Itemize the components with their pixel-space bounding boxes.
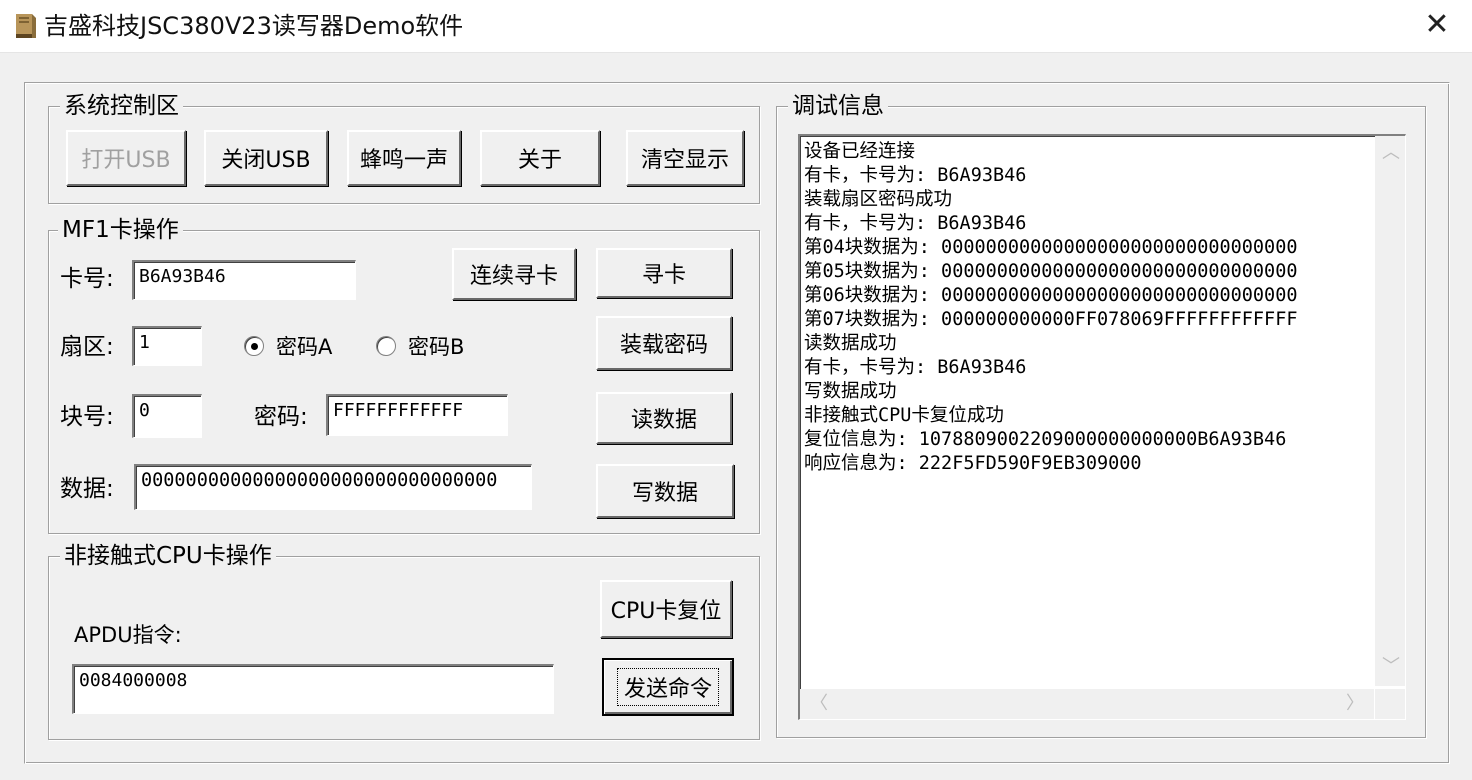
debug-log-line: 第06块数据为: 0000000000000000000000000000000… [804, 285, 1298, 306]
debug-log-line: 非接触式CPU卡复位成功 [804, 405, 1004, 426]
write-data-button[interactable]: 写数据 [596, 464, 734, 518]
sector-field[interactable]: 1 [132, 326, 202, 366]
close-icon[interactable]: ✕ [1402, 0, 1472, 52]
about-button[interactable]: 关于 [480, 130, 600, 186]
apdu-field[interactable]: 0084000008 [72, 664, 554, 714]
key-b-label: 密码B [408, 335, 465, 359]
data-label: 数据: [60, 476, 114, 502]
sector-label: 扇区: [60, 334, 114, 360]
key-a-radio[interactable] [244, 336, 264, 356]
password-field[interactable]: FFFFFFFFFFFF [326, 394, 508, 436]
debug-log-line: 有卡，卡号为: B6A93B46 [804, 357, 1027, 378]
system-control-title: 系统控制区 [60, 92, 183, 120]
book-icon [12, 12, 38, 40]
debug-log-lines: 设备已经连接 有卡，卡号为: B6A93B46 装载扇区密码成功 有卡，卡号为: B6… [804, 140, 1370, 688]
debug-log-line: 有卡，卡号为: B6A93B46 [804, 165, 1027, 186]
key-a-label: 密码A [276, 335, 333, 359]
card-number-label: 卡号: [60, 266, 114, 292]
card-number-field[interactable]: B6A93B46 [132, 260, 356, 300]
key-b-radio[interactable] [376, 336, 396, 356]
mf1-group-title: MF1卡操作 [58, 216, 183, 244]
debug-group-title: 调试信息 [788, 92, 888, 120]
block-field[interactable]: 0 [132, 394, 202, 438]
debug-log-line: 响应信息为: 222F5FD590F9EB309000 [804, 453, 1142, 474]
cpu-reset-button[interactable]: CPU卡复位 [600, 580, 732, 638]
debug-log-line: 装载扇区密码成功 [804, 189, 953, 210]
send-command-label: 发送命令 [616, 668, 719, 706]
beep-button[interactable]: 蜂鸣一声 [347, 130, 461, 186]
chevron-right-icon[interactable]: 〉 [1346, 695, 1364, 713]
scroll-corner [1375, 689, 1405, 719]
debug-log-line: 写数据成功 [804, 381, 897, 402]
title-bar[interactable]: 吉盛科技JSC380V23读写器Demo软件 ✕ [0, 0, 1472, 53]
chevron-down-icon[interactable]: ﹀ [1382, 658, 1400, 676]
search-card-button[interactable]: 寻卡 [596, 248, 732, 298]
block-label: 块号: [60, 404, 114, 430]
load-key-button[interactable]: 装载密码 [596, 316, 732, 370]
password-label: 密码: [254, 404, 308, 430]
debug-log-line: 读数据成功 [804, 333, 897, 354]
debug-log-line: 复位信息为: 1078809002209000000000000B6A93B46 [804, 429, 1287, 450]
open-usb-button[interactable]: 打开USB [66, 130, 186, 186]
debug-log-line: 第05块数据为: 0000000000000000000000000000000… [804, 261, 1298, 282]
debug-log-line: 第07块数据为: 000000000000FF078069FFFFFFFFFFF… [804, 309, 1298, 330]
horizontal-scrollbar[interactable]: 〈 〉 [800, 689, 1374, 719]
chevron-up-icon[interactable]: ︿ [1382, 144, 1400, 162]
apdu-label: APDU指令: [74, 623, 182, 647]
clear-display-button[interactable]: 清空显示 [626, 130, 744, 186]
cpu-card-group-title: 非接触式CPU卡操作 [60, 542, 276, 570]
window-title: 吉盛科技JSC380V23读写器Demo软件 [44, 12, 464, 40]
close-usb-button[interactable]: 关闭USB [204, 130, 328, 186]
chevron-left-icon[interactable]: 〈 [810, 695, 828, 713]
debug-log-line: 设备已经连接 [804, 141, 916, 162]
send-command-button[interactable]: 发送命令 [602, 658, 734, 716]
vertical-scrollbar[interactable]: ︿ ﹀ [1375, 136, 1405, 686]
continuous-search-button[interactable]: 连续寻卡 [452, 248, 576, 300]
data-field[interactable]: 00000000000000000000000000000000 [134, 464, 532, 510]
read-data-button[interactable]: 读数据 [596, 392, 732, 444]
debug-log-line: 第04块数据为: 0000000000000000000000000000000… [804, 237, 1298, 258]
debug-log[interactable]: 设备已经连接 有卡，卡号为: B6A93B46 装载扇区密码成功 有卡，卡号为: B6… [798, 134, 1406, 720]
debug-log-line: 有卡，卡号为: B6A93B46 [804, 213, 1027, 234]
